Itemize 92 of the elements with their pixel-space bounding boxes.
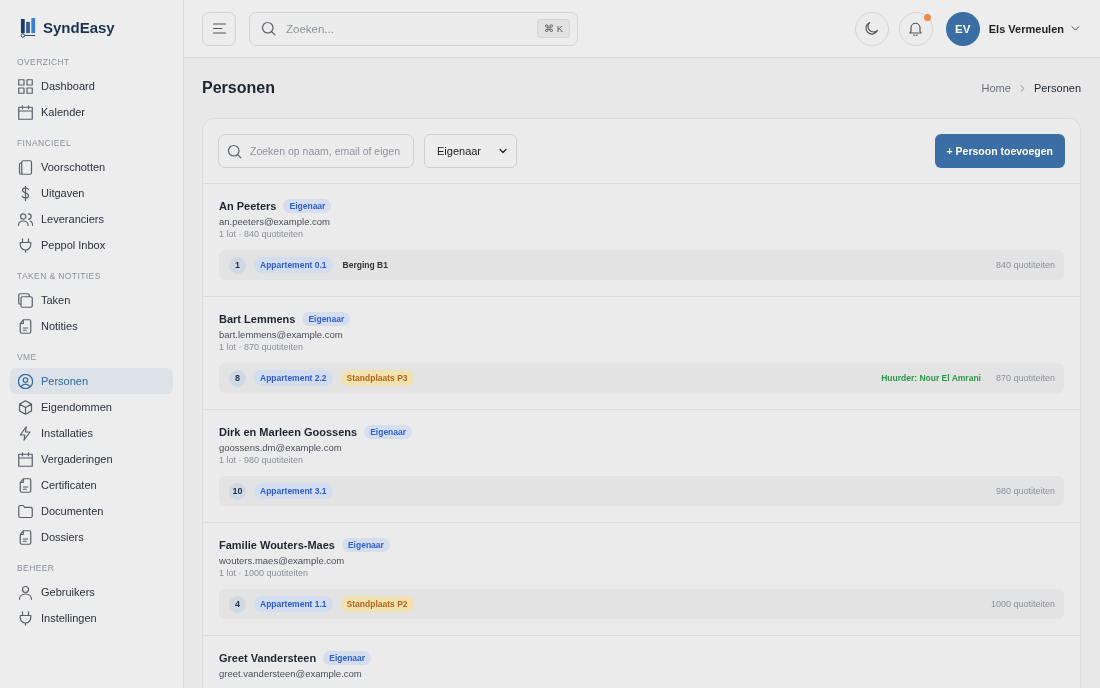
nav-item[interactable]: Voorschotten [10, 154, 173, 180]
person-email: an.peeters@example.com [219, 215, 332, 228]
copy-icon [18, 292, 33, 308]
unit-tag: Appartement 3.1 [254, 483, 333, 499]
role-badge: Eigenaar [283, 199, 332, 213]
lot-summary: 1 lot · 980 quotiteiten [219, 454, 305, 467]
shares-text: 840 quotiteiten [995, 260, 1055, 270]
plug-icon [18, 610, 33, 626]
nav-item[interactable]: Instellingen [10, 605, 173, 631]
document-icon [18, 477, 33, 493]
nav-item[interactable]: Dossiers [10, 524, 173, 550]
menu-icon [211, 21, 227, 36]
breadcrumb-current: Personen [1033, 82, 1081, 94]
unit-tag: Appartement 1.1 [254, 596, 333, 612]
user-avatar[interactable]: EV [945, 11, 980, 46]
person-name: Bart Lemmens [219, 313, 296, 325]
lot-number: 4 [229, 595, 246, 613]
person-name: Greet Vandersteen [219, 652, 317, 664]
section-label: BEHEER [16, 562, 56, 575]
lot-number: 10 [229, 482, 246, 500]
person-name: Dirk en Marleen Goossens [219, 426, 358, 438]
role-badge: Eigenaar [364, 425, 413, 439]
role-filter-select[interactable]: Eigenaar [424, 134, 517, 168]
bell-icon [908, 21, 924, 36]
person-email: greet.vandersteen@example.com [219, 667, 363, 680]
section-label: FINANCIEEL [16, 137, 73, 150]
nav-item[interactable]: Dashboard [10, 73, 173, 99]
lot-summary: 1 lot · 870 quotiteiten [219, 341, 305, 354]
nav-item[interactable]: Certificaten [10, 472, 173, 498]
role-badge: Eigenaar [323, 651, 372, 665]
chevron-down-icon [1070, 23, 1081, 34]
document-icon [18, 529, 33, 545]
lot-number: 1 [229, 256, 246, 274]
theme-toggle-button[interactable] [854, 11, 889, 46]
menu-button[interactable] [202, 11, 236, 46]
plug-icon [18, 237, 33, 253]
nav-item[interactable]: Eigendommen [10, 394, 173, 420]
nav-item[interactable]: Uitgaven [10, 180, 173, 206]
calendar-icon [18, 104, 33, 120]
user-icon [18, 584, 33, 600]
document-icon [18, 318, 33, 334]
calendar-icon [18, 451, 33, 467]
role-badge: Eigenaar [341, 538, 390, 552]
person-email: goossens.dm@example.com [219, 441, 343, 454]
unit-tag: Standplaats P2 [340, 596, 414, 612]
lot-summary: 1 lot · 840 quotiteiten [219, 228, 305, 241]
grid-icon [18, 78, 33, 94]
user-menu-button[interactable]: Els Vermeulen [988, 22, 1081, 35]
search-icon [261, 21, 276, 36]
notifications-button[interactable] [898, 11, 933, 46]
nav-item[interactable]: Kalender [10, 99, 173, 125]
unit-tag: Appartement 0.1 [254, 257, 333, 273]
folder-icon [18, 503, 33, 519]
role-badge: Eigenaar [302, 312, 351, 326]
search-icon [227, 143, 242, 159]
nav-item[interactable]: Documenten [10, 498, 173, 524]
person-email: bart.lemmens@example.com [219, 328, 344, 341]
person-name: Familie Wouters-Maes [219, 539, 335, 551]
documents-icon [18, 159, 33, 175]
section-label: TAKEN & NOTITIES [16, 270, 102, 283]
unit-label: Berging B1 [341, 259, 389, 272]
lightning-icon [18, 425, 33, 441]
person-name: An Peeters [219, 200, 277, 212]
shares-text: 1000 quotiteiten [990, 599, 1055, 609]
users-icon [18, 211, 33, 227]
shares-text: 980 quotiteiten [995, 486, 1055, 496]
moon-icon [864, 21, 880, 36]
nav-item[interactable]: Taken [10, 287, 173, 313]
page-title: Personen [202, 79, 275, 97]
shares-text: 870 quotiteiten [995, 373, 1055, 383]
chevron-down-icon [498, 146, 508, 156]
nav-item[interactable]: Gebruikers [10, 579, 173, 605]
person-email: wouters.maes@example.com [219, 554, 346, 567]
box-icon [18, 399, 33, 415]
lot-number: 8 [229, 369, 246, 387]
nav-item[interactable]: Leveranciers [10, 206, 173, 232]
nav-item[interactable]: Notities [10, 313, 173, 339]
person-search-field[interactable]: Zoeken op naam, email of eigen [218, 134, 414, 168]
section-label: OVERZICHT [16, 56, 71, 69]
section-label: VME [16, 351, 38, 364]
bar-chart-logo-icon [20, 16, 37, 38]
unit-tag: Standplaats P3 [340, 370, 414, 386]
breadcrumb-link[interactable]: Home [981, 82, 1011, 94]
brand-name: SyndEasy [43, 18, 115, 36]
tenant-label: Huurder: Nour El Amrani [881, 373, 981, 383]
lot-summary: 1 lot · 1000 quotiteiten [219, 567, 310, 580]
nav-item[interactable]: Personen [10, 368, 173, 394]
add-person-button[interactable]: + Persoon toevoegen [934, 134, 1065, 168]
unit-tag: Appartement 2.2 [254, 370, 333, 386]
nav-item[interactable]: Installaties [10, 420, 173, 446]
nav-item[interactable]: Peppol Inbox [10, 232, 173, 258]
nav-item[interactable]: Vergaderingen [10, 446, 173, 472]
